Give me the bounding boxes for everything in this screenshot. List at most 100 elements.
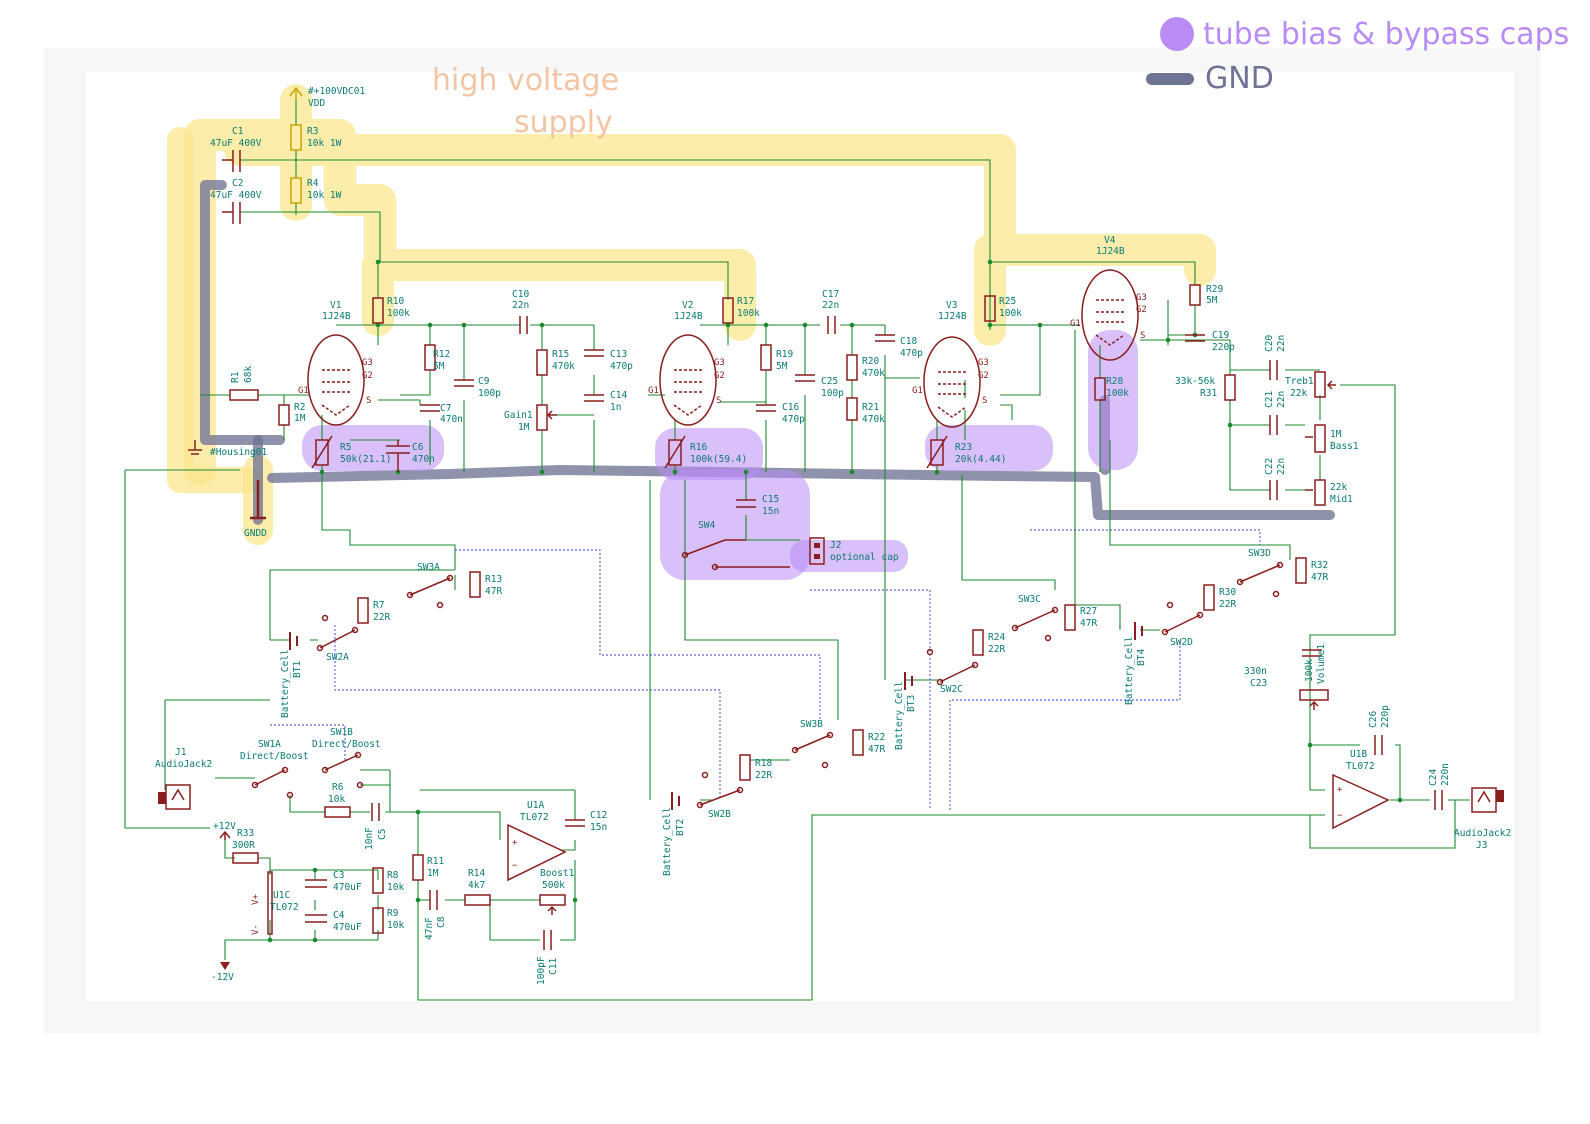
housing-label: #Housing01	[210, 447, 267, 458]
svg-text:−: −	[512, 861, 518, 871]
r21-value: 470k	[862, 414, 885, 425]
r4-value: 10k 1W	[307, 190, 342, 201]
r33-value: 300R	[232, 840, 255, 851]
svg-text:G3: G3	[362, 358, 373, 368]
r29-value: 5M	[1206, 295, 1218, 306]
c24-value: 220n	[1440, 763, 1451, 786]
r13-ref: R13	[485, 574, 502, 585]
r14-value: 4k7	[468, 880, 485, 891]
r25-value: 100k	[999, 308, 1022, 319]
treb1-value: 22k	[1290, 388, 1307, 399]
j3-value: AudioJack2	[1454, 828, 1511, 839]
u1b-ref: U1B	[1350, 749, 1367, 760]
j2-ref: J2	[830, 540, 841, 551]
r11-ref: R11	[427, 856, 444, 867]
r1-value: 68k	[243, 366, 254, 383]
boost1-ref: Boost1	[540, 868, 575, 879]
c19-value: 220p	[1212, 342, 1235, 353]
r32-ref: R32	[1311, 560, 1328, 571]
r10-value: 100k	[387, 308, 410, 319]
r31-value: 33k-56k	[1175, 376, 1215, 387]
legend-bias-label: tube bias & bypass caps	[1203, 17, 1569, 52]
r24-ref: R24	[988, 632, 1005, 643]
r19-value: 5M	[776, 361, 788, 372]
j3-ref: J3	[1476, 840, 1487, 851]
c12-ref: C12	[590, 810, 607, 821]
r18-ref: R18	[755, 758, 772, 769]
r27-value: 47R	[1080, 618, 1097, 629]
c6-value: 470n	[412, 454, 435, 465]
svg-text:G2: G2	[362, 371, 373, 381]
c12-value: 15n	[590, 822, 607, 833]
c13-ref: C13	[610, 349, 627, 360]
svg-text:S: S	[982, 396, 987, 406]
c14-ref: C14	[610, 390, 627, 401]
r15-value: 470k	[552, 361, 575, 372]
c16-ref: C16	[782, 402, 799, 413]
sw2c-ref: SW2C	[940, 684, 963, 695]
hv-annotation-line2: supply	[514, 105, 613, 140]
c3-ref: C3	[333, 870, 344, 881]
c20-value: 22n	[1276, 335, 1287, 352]
r8-ref: R8	[387, 870, 399, 881]
c17-value: 22n	[822, 300, 839, 311]
r2-value: 1M	[294, 413, 306, 424]
c1-value: 47uF 400V	[210, 138, 262, 149]
c26-ref: C26	[1368, 711, 1379, 728]
r1-ref: R1	[230, 371, 241, 383]
r4-ref: R4	[307, 178, 319, 189]
r22-ref: R22	[868, 732, 885, 743]
r30-value: 22R	[1219, 599, 1236, 610]
sw2b-ref: SW2B	[708, 809, 731, 820]
svg-text:G1: G1	[648, 386, 659, 396]
r3-value: 10k 1W	[307, 138, 342, 149]
r15-ref: R15	[552, 349, 569, 360]
r20-value: 470k	[862, 368, 885, 379]
r27-ref: R27	[1080, 606, 1097, 617]
c23-ref: C23	[1250, 678, 1267, 689]
svg-text:S: S	[366, 396, 371, 406]
v4-ref: V4	[1104, 235, 1116, 246]
c21-value: 22n	[1276, 391, 1287, 408]
c14-value: 1n	[610, 402, 621, 413]
c26-value: 220p	[1380, 705, 1391, 728]
c3-value: 470uF	[333, 882, 362, 893]
bass1-ref: Bass1	[1330, 441, 1359, 452]
v1-type: 1J24B	[322, 311, 351, 322]
svg-text:S: S	[716, 396, 721, 406]
j1-value: AudioJack2	[155, 759, 212, 770]
c17-ref: C17	[822, 289, 839, 300]
sw3b-ref: SW3B	[800, 719, 823, 730]
r23-ref: R23	[955, 442, 972, 453]
v3-type: 1J24B	[938, 311, 967, 322]
v2-type: 1J24B	[674, 311, 703, 322]
vdd-net-label: #+100VDC01	[308, 86, 365, 97]
r22-value: 47R	[868, 744, 885, 755]
c13-value: 470p	[610, 361, 633, 372]
mid1-ref: Mid1	[1330, 494, 1353, 505]
bt2-value: Battery_Cell	[662, 807, 673, 876]
bt3-ref: BT3	[906, 695, 917, 712]
c15-value: 15n	[762, 506, 779, 517]
sw1a-ref: SW1A	[258, 739, 281, 750]
c7-ref: C7	[440, 403, 451, 414]
r9-value: 10k	[387, 920, 404, 931]
svg-text:−: −	[1337, 811, 1343, 821]
r5-ref: R5	[340, 442, 351, 453]
c9-ref: C9	[478, 376, 490, 387]
r11-value: 1M	[427, 868, 439, 879]
r13-value: 47R	[485, 586, 502, 597]
c9-value: 100p	[478, 388, 501, 399]
svg-text:G3: G3	[1136, 293, 1147, 303]
c22-value: 22n	[1276, 458, 1287, 475]
hv-annotation-line1: high voltage	[432, 63, 619, 98]
r12-value: 5M	[433, 361, 445, 372]
schematic-diagram: tube bias & bypass caps GND high voltage…	[44, 17, 1569, 1033]
svg-text:G2: G2	[978, 371, 989, 381]
c8-value: 47nF	[424, 917, 435, 940]
svg-text:G2: G2	[714, 371, 725, 381]
r6-value: 10k	[328, 794, 345, 805]
sw3d-ref: SW3D	[1248, 548, 1271, 559]
c8-ref: C8	[436, 916, 447, 928]
r32-value: 47R	[1311, 572, 1328, 583]
